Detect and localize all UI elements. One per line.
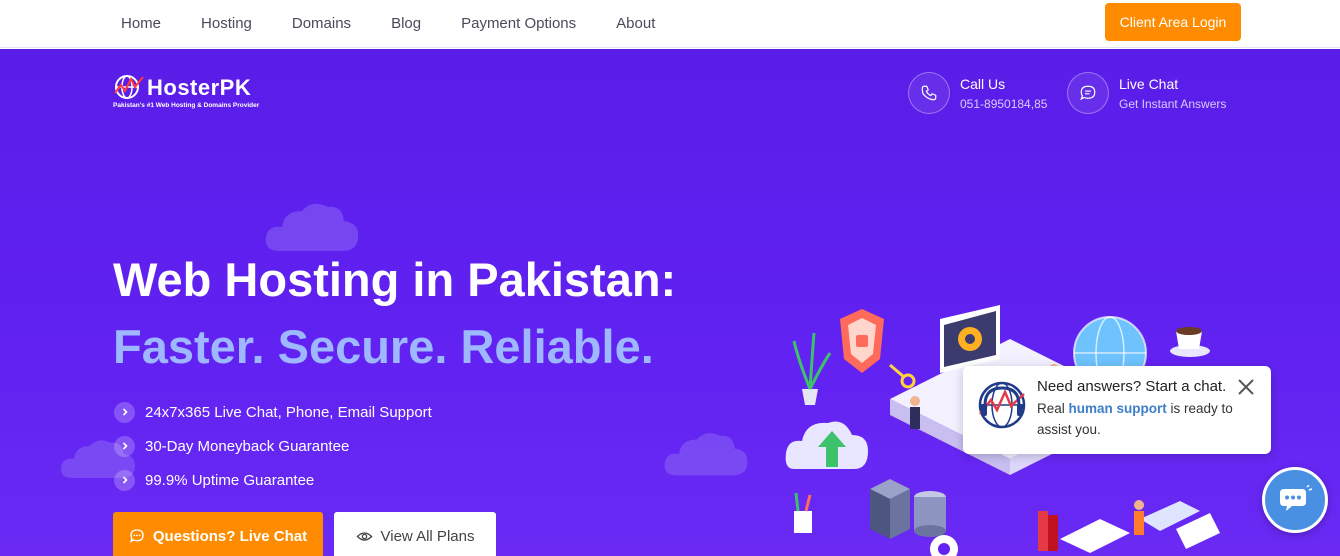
chat-popup-title: Need answers? Start a chat. <box>1037 378 1227 395</box>
nav-item-blog[interactable]: Blog <box>391 15 421 32</box>
globe-logo-icon <box>114 75 144 99</box>
nav-item-payment-options[interactable]: Payment Options <box>461 15 576 32</box>
call-us-title: Call Us <box>960 75 1006 92</box>
nav-item-hosting[interactable]: Hosting <box>201 15 252 32</box>
brand-logo[interactable]: HosterPK Pakistan's #1 Web Hosting & Dom… <box>113 73 298 113</box>
live-chat-button-label: Questions? Live Chat <box>152 527 308 545</box>
view-all-plans-button[interactable]: View All Plans <box>334 512 496 556</box>
chat-invite-popup[interactable]: Need answers? Start a chat. Real human s… <box>963 366 1271 454</box>
chat-launcher-button[interactable] <box>1262 467 1328 533</box>
cloud-decoration <box>265 203 359 251</box>
call-us-contact[interactable]: Call Us 051-8950184,85 <box>908 71 1047 115</box>
nav-item-domains[interactable]: Domains <box>292 15 351 32</box>
list-item: 99.9% Uptime Guarantee <box>114 463 432 497</box>
live-chat-button[interactable]: Questions? Live Chat <box>113 512 323 556</box>
top-navbar: Home Hosting Domains Blog Payment Option… <box>0 0 1340 48</box>
view-all-plans-label: View All Plans <box>380 527 475 545</box>
nav-item-about[interactable]: About <box>616 15 655 32</box>
hero-subheadline: Faster. Secure. Reliable. <box>113 320 654 373</box>
chevron-right-icon <box>114 469 135 491</box>
feature-list: 24x7x365 Live Chat, Phone, Email Support… <box>114 395 432 497</box>
phone-icon <box>908 72 950 114</box>
live-chat-subtitle: Get Instant Answers <box>1119 96 1227 111</box>
chat-popup-text-start: Real <box>1037 401 1069 416</box>
feature-text: 30-Day Moneyback Guarantee <box>145 437 350 455</box>
close-icon[interactable] <box>1235 376 1257 398</box>
call-us-number: 051-8950184,85 <box>960 96 1048 111</box>
feature-text: 99.9% Uptime Guarantee <box>145 471 315 489</box>
client-area-login-button[interactable]: Client Area Login <box>1105 3 1241 41</box>
list-item: 30-Day Moneyback Guarantee <box>114 429 432 463</box>
support-agent-icon <box>978 381 1026 429</box>
feature-text: 24x7x365 Live Chat, Phone, Email Support <box>145 403 432 421</box>
nav-links: Home Hosting Domains Blog Payment Option… <box>121 0 655 46</box>
brand-name: HosterPK <box>147 75 252 100</box>
hero-section: HosterPK Pakistan's #1 Web Hosting & Dom… <box>0 49 1340 556</box>
live-chat-contact[interactable]: Live Chat Get Instant Answers <box>1067 71 1226 115</box>
nav-item-home[interactable]: Home <box>121 15 161 32</box>
eye-icon <box>356 531 373 541</box>
chat-popup-message: Real human support is ready to assist yo… <box>1037 398 1252 440</box>
list-item: 24x7x365 Live Chat, Phone, Email Support <box>114 395 432 429</box>
chat-bubbles-icon <box>1280 485 1312 511</box>
chat-bubble-icon <box>129 529 144 543</box>
cloud-decoration <box>664 433 748 476</box>
human-support-link[interactable]: human support <box>1069 401 1167 416</box>
chat-bubble-icon <box>1067 72 1109 114</box>
brand-tagline: Pakistan's #1 Web Hosting & Domains Prov… <box>113 102 260 109</box>
live-chat-title: Live Chat <box>1119 75 1179 92</box>
chevron-right-icon <box>114 401 135 423</box>
hero-headline: Web Hosting in Pakistan: <box>113 253 677 306</box>
chevron-right-icon <box>114 435 135 457</box>
